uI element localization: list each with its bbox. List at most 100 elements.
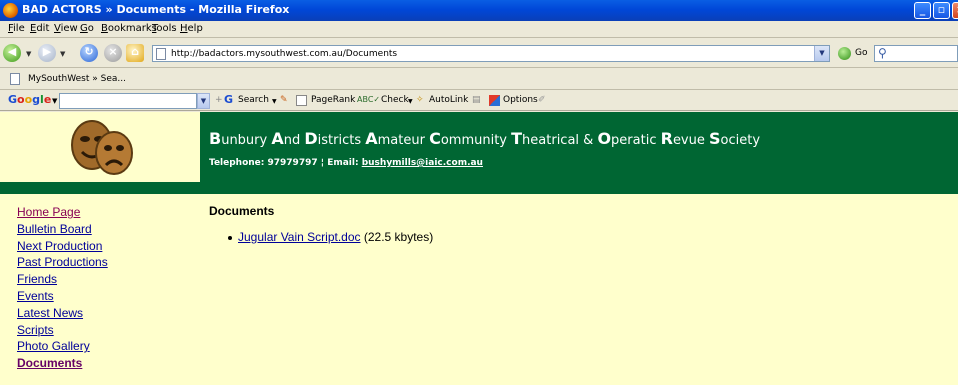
title-word: ociety — [720, 133, 761, 148]
browser-window: BAD ACTORS » Documents - Mozilla Firefox… — [0, 0, 958, 385]
title-word: istricts — [317, 133, 366, 148]
search-box[interactable]: ⚲ — [874, 45, 958, 62]
nav-events[interactable]: Events — [17, 288, 167, 305]
autolink-button[interactable]: AutoLink — [429, 95, 468, 105]
google-toolbar: Google ▼ ▼ + G Search ▼ ✎ PageRank ABC✓ … — [0, 90, 958, 111]
logo-area — [0, 112, 200, 182]
arrow-left-icon: ◀ — [7, 45, 17, 58]
chevron-down-icon[interactable]: ▼ — [814, 46, 829, 61]
url-bar[interactable]: ▼ — [152, 45, 830, 62]
title-word: unbury — [221, 133, 272, 148]
url-input[interactable] — [171, 47, 811, 60]
stop-button[interactable]: × — [104, 44, 122, 62]
maximize-button[interactable]: ▫ — [933, 2, 950, 19]
autofill-icon[interactable]: ▤ — [472, 95, 481, 105]
google-g-icon: G — [224, 93, 234, 106]
theatre-masks-icon — [71, 120, 133, 175]
title-initial: A — [365, 129, 378, 148]
go-icon[interactable] — [838, 47, 851, 60]
document-link[interactable]: Jugular Vain Script.doc — [238, 230, 361, 244]
document-list: Jugular Vain Script.doc (22.5 kbytes) — [228, 230, 433, 244]
contact-separator: ¦ — [317, 158, 328, 168]
page-heading: Documents — [209, 204, 275, 218]
nav-friends[interactable]: Friends — [17, 271, 167, 288]
list-item: Jugular Vain Script.doc (22.5 kbytes) — [228, 230, 433, 244]
go-button[interactable]: Go — [855, 48, 867, 58]
menu-tools[interactable]: Tools — [152, 23, 177, 34]
title-initial: T — [511, 129, 523, 148]
title-word: mateur — [377, 133, 430, 148]
menu-help[interactable]: Help — [180, 23, 203, 34]
nav-home-page[interactable]: Home Page — [17, 204, 167, 221]
site-title: Bunbury And Districts Amateur Community … — [209, 129, 760, 148]
arrow-right-icon: ▶ — [42, 45, 52, 58]
highlight-icon[interactable]: ✎ — [280, 95, 288, 105]
minimize-button[interactable]: _ — [914, 2, 931, 19]
title-initial: A — [271, 129, 284, 148]
chevron-down-icon[interactable]: ▼ — [26, 50, 31, 58]
site-navigation: Home Page Bulletin Board Next Production… — [17, 204, 167, 372]
title-initial: O — [597, 129, 612, 148]
chevron-down-icon[interactable]: ▼ — [197, 93, 210, 109]
nav-next-production[interactable]: Next Production — [17, 238, 167, 255]
header-strip — [0, 182, 958, 194]
telephone: Telephone: 97979797 — [209, 158, 318, 168]
check-button[interactable]: Check — [381, 95, 409, 105]
menu-go[interactable]: Go — [80, 23, 94, 34]
nav-past-productions[interactable]: Past Productions — [17, 254, 167, 271]
options-button[interactable]: Options — [503, 95, 538, 105]
menu-edit[interactable]: Edit — [30, 23, 49, 34]
chevron-down-icon[interactable]: ▼ — [408, 98, 413, 105]
autolink-icon: ✧ — [416, 95, 424, 105]
site-header: Bunbury And Districts Amateur Community … — [0, 112, 958, 182]
title-initial: S — [709, 129, 721, 148]
close-button[interactable]: × — [952, 2, 958, 19]
menu-view[interactable]: View — [54, 23, 78, 34]
google-search-button[interactable]: Search — [238, 95, 269, 105]
bookmark-item[interactable]: MySouthWest » Sea... — [28, 74, 126, 84]
page-viewport: Bunbury And Districts Amateur Community … — [0, 112, 958, 385]
forward-button[interactable]: ▶ — [38, 44, 56, 62]
home-icon: ⌂ — [131, 45, 139, 58]
home-button[interactable]: ⌂ — [126, 44, 144, 62]
search-icon: ⚲ — [878, 46, 887, 60]
nav-bulletin-board[interactable]: Bulletin Board — [17, 221, 167, 238]
chevron-down-icon[interactable]: ▼ — [60, 50, 65, 58]
reload-button[interactable]: ↻ — [80, 44, 98, 62]
separator-icon: + — [215, 95, 223, 105]
pencil-icon[interactable]: ✐ — [538, 95, 546, 105]
title-initial: C — [429, 129, 441, 148]
title-word: heatrical & — [522, 133, 598, 148]
menu-bookmarks[interactable]: Bookmarks — [101, 23, 157, 34]
title-word: ommunity — [440, 133, 512, 148]
firefox-icon — [3, 3, 18, 18]
stop-icon: × — [108, 45, 118, 58]
email-link[interactable]: bushymills@iaic.com.au — [362, 158, 483, 168]
google-logo[interactable]: Google — [8, 93, 51, 106]
pagerank-icon — [296, 95, 307, 106]
pagerank-button[interactable]: PageRank — [311, 95, 355, 105]
menu-file[interactable]: File — [8, 23, 25, 34]
title-bar: BAD ACTORS » Documents - Mozilla Firefox… — [0, 0, 958, 21]
email-label: Email: — [327, 158, 362, 168]
bookmarks-toolbar: MySouthWest » Sea... — [0, 69, 958, 90]
back-button[interactable]: ◀ — [3, 44, 21, 62]
menu-bar: File Edit View Go Bookmarks Tools Help — [0, 21, 958, 38]
nav-documents[interactable]: Documents — [17, 355, 167, 372]
chevron-down-icon[interactable]: ▼ — [272, 98, 277, 105]
contact-info: Telephone: 97979797 ¦ Email: bushymills@… — [209, 158, 483, 168]
title-initial: B — [209, 129, 222, 148]
title-word: evue — [672, 133, 709, 148]
google-search-input[interactable] — [59, 93, 197, 109]
nav-latest-news[interactable]: Latest News — [17, 305, 167, 322]
main-content: Documents Jugular Vain Script.doc (22.5 … — [209, 204, 433, 244]
nav-scripts[interactable]: Scripts — [17, 322, 167, 339]
title-initial: R — [660, 129, 673, 148]
navigation-toolbar: ◀ ▼ ▶ ▼ ↻ × ⌂ ▼ Go ⚲ — [0, 38, 958, 68]
chevron-down-icon[interactable]: ▼ — [52, 97, 57, 105]
title-initial: D — [304, 129, 318, 148]
nav-photo-gallery[interactable]: Photo Gallery — [17, 338, 167, 355]
title-word: peratic — [611, 133, 661, 148]
document-size: (22.5 kbytes) — [363, 230, 434, 244]
page-icon — [156, 48, 166, 60]
